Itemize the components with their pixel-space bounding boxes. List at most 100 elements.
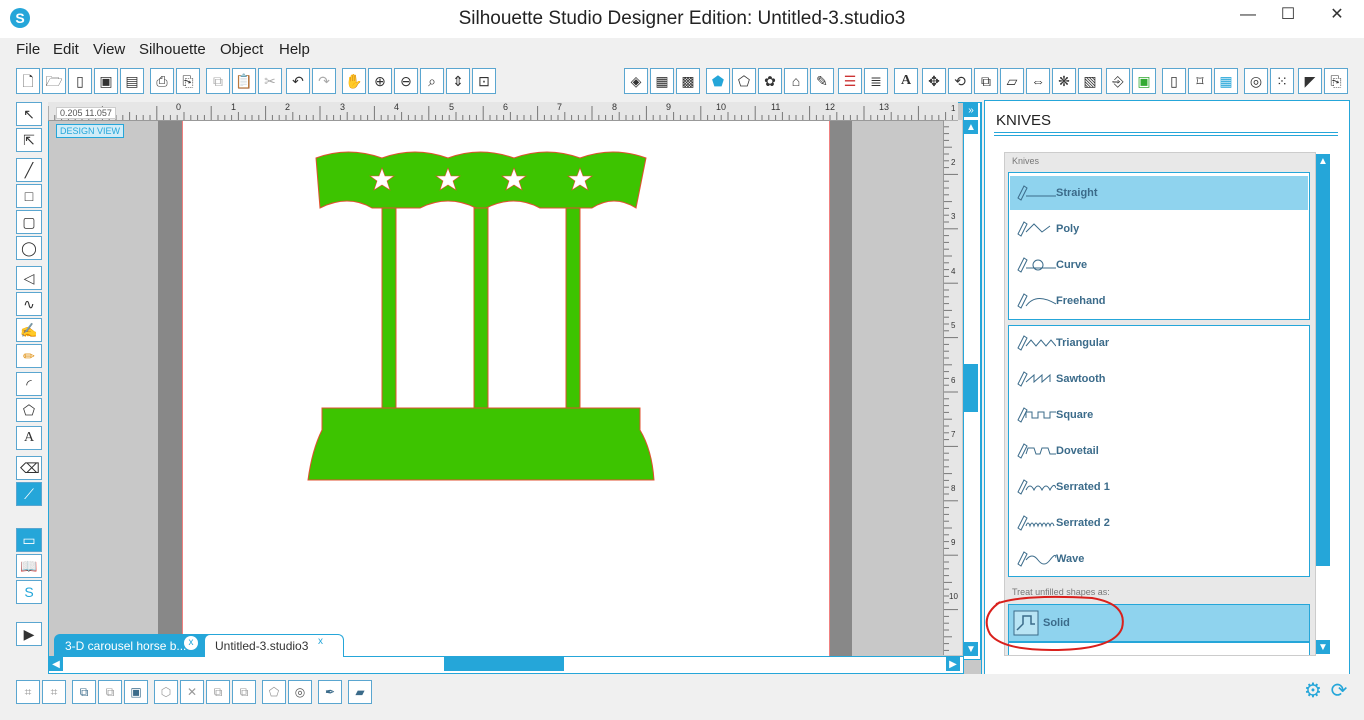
sketch-button[interactable]: ✒ [318,680,342,704]
text-tool[interactable]: A [16,426,42,450]
rectangle-tool[interactable]: □ [16,184,42,208]
curve-tool[interactable]: ∿ [16,292,42,316]
delete-button[interactable]: ✕ [180,680,204,704]
redo-button[interactable]: ↷ [312,68,336,94]
release-compound-button[interactable]: ⧉ [98,680,122,704]
scroll-up-icon[interactable]: ▲ [964,120,978,134]
undo-button[interactable]: ↶ [286,68,310,94]
modify-button[interactable]: ▧ [1078,68,1102,94]
weld-button[interactable]: ⬡ [154,680,178,704]
gradient-button[interactable]: ▦ [650,68,674,94]
drag-zoom-button[interactable]: ⇕ [446,68,470,94]
text-style-button[interactable]: A [894,68,918,94]
scroll-right-icon[interactable]: ▶ [946,657,960,671]
cut-button[interactable]: ✂ [258,68,282,94]
open-button[interactable]: 🗁 [42,68,66,94]
panel-scroll-up-icon[interactable]: ▲ [1316,154,1330,168]
registration-button[interactable]: ⌑ [1188,68,1212,94]
dots-button[interactable]: ⁙ [1270,68,1294,94]
offset-button[interactable]: ◎ [288,680,312,704]
replicate-button[interactable]: ❋ [1052,68,1076,94]
ellipse-tool[interactable]: ◯ [16,236,42,260]
shape-house-button[interactable]: ⌂ [784,68,808,94]
pan-button[interactable]: ✋ [342,68,366,94]
save-to-library-button[interactable]: ▤ [120,68,144,94]
knife-option-serrated-2[interactable]: Serrated 2 [1010,506,1308,540]
menu-help[interactable]: Help [279,41,310,58]
save-button[interactable]: ▣ [94,68,118,94]
menu-silhouette[interactable]: Silhouette [139,41,206,58]
rhinestone-button[interactable]: ◎ [1244,68,1268,94]
edit-points-tool[interactable]: ⇱ [16,128,42,152]
horizontal-scroll-thumb[interactable] [444,657,564,671]
design-view-toggle[interactable]: ▭ [16,528,42,552]
menu-view[interactable]: View [93,41,125,58]
transform-button[interactable]: ✥ [922,68,946,94]
knife-option-sawtooth[interactable]: Sawtooth [1010,362,1308,396]
shape-outline-button[interactable]: ⬠ [732,68,756,94]
group-button[interactable]: ⌗ [16,680,40,704]
rotate-button[interactable]: ⟲ [948,68,972,94]
zoom-in-button[interactable]: ⊕ [368,68,392,94]
paste-button[interactable]: 📋 [232,68,256,94]
shape-pentagon-button[interactable]: ⬟ [706,68,730,94]
knife-option-serrated-1[interactable]: Serrated 1 [1010,470,1308,504]
knife-option-poly[interactable]: Poly [1010,212,1308,246]
knife-tool[interactable]: ⟋ [16,482,42,506]
carousel-shape[interactable] [300,150,660,490]
open-library-button[interactable]: ▯ [68,68,92,94]
move-button[interactable]: ⇔ [1026,68,1050,94]
fill-color-button[interactable]: ◈ [624,68,648,94]
line-style-button[interactable]: ≣ [864,68,888,94]
expand-panel-icon[interactable]: » [964,103,978,117]
eraser-tool[interactable]: ⌫ [16,456,42,480]
make-compound-button[interactable]: ⧉ [72,680,96,704]
shear-button[interactable]: ▱ [1000,68,1024,94]
menu-edit[interactable]: Edit [53,41,79,58]
knife-option-square[interactable]: Square [1010,398,1308,432]
smooth-freehand-tool[interactable]: ✏ [16,344,42,368]
sync-icon[interactable]: ⟳ [1328,680,1350,702]
library-view-toggle[interactable]: 📖 [16,554,42,578]
knife-option-straight[interactable]: Straight [1010,176,1308,210]
menu-file[interactable]: File [16,41,40,58]
zoom-select-button[interactable]: ⌕ [420,68,444,94]
tab-close-icon[interactable]: x [318,636,323,647]
grid-button[interactable]: ▦ [1214,68,1238,94]
bring-forward-button[interactable]: ▣ [124,680,148,704]
duplicate-button[interactable]: ⧉ [206,680,230,704]
cut-settings-button[interactable]: ▰ [348,680,372,704]
knife-option-curve[interactable]: Curve [1010,248,1308,282]
rounded-rectangle-tool[interactable]: ▢ [16,210,42,234]
print-button[interactable]: ⎙ [150,68,174,94]
minimize-button[interactable]: — [1228,0,1268,30]
offset-button[interactable]: ▣ [1132,68,1156,94]
panel-scroll-thumb[interactable] [1316,168,1330,566]
page-setup-button[interactable]: ▯ [1162,68,1186,94]
settings-gear-icon[interactable]: ⚙ [1302,680,1324,702]
knife-option-wave[interactable]: Wave [1010,542,1308,576]
shape-pen-button[interactable]: ✎ [810,68,834,94]
freehand-tool[interactable]: ✍ [16,318,42,342]
store-view-toggle[interactable]: S [16,580,42,604]
line-tool[interactable]: ╱ [16,158,42,182]
maximize-button[interactable]: ☐ [1268,0,1308,30]
vertical-scroll-thumb[interactable] [964,364,978,412]
new-document-button[interactable]: 🗋 [16,68,40,94]
pattern-button[interactable]: ▩ [676,68,700,94]
arc-tool[interactable]: ◜ [16,372,42,396]
shape-gear-button[interactable]: ✿ [758,68,782,94]
mirror-button[interactable]: ⧉ [232,680,256,704]
tab-close-icon[interactable]: x [184,636,198,650]
polygon-tool[interactable]: ◁ [16,266,42,290]
line-color-button[interactable]: ☰ [838,68,862,94]
fit-to-page-button[interactable]: ⊡ [472,68,496,94]
panel-scroll-down-icon[interactable]: ▼ [1316,640,1330,654]
select-tool[interactable]: ↖ [16,102,42,126]
tab-untitled-3[interactable]: Untitled-3.studio3 [204,634,344,657]
send-button[interactable]: ⎘ [1324,68,1348,94]
subtract-button[interactable]: ⬠ [262,680,286,704]
knife-option-dovetail[interactable]: Dovetail [1010,434,1308,468]
ungroup-button[interactable]: ⌗ [42,680,66,704]
trace-button[interactable]: ⎆ [1106,68,1130,94]
